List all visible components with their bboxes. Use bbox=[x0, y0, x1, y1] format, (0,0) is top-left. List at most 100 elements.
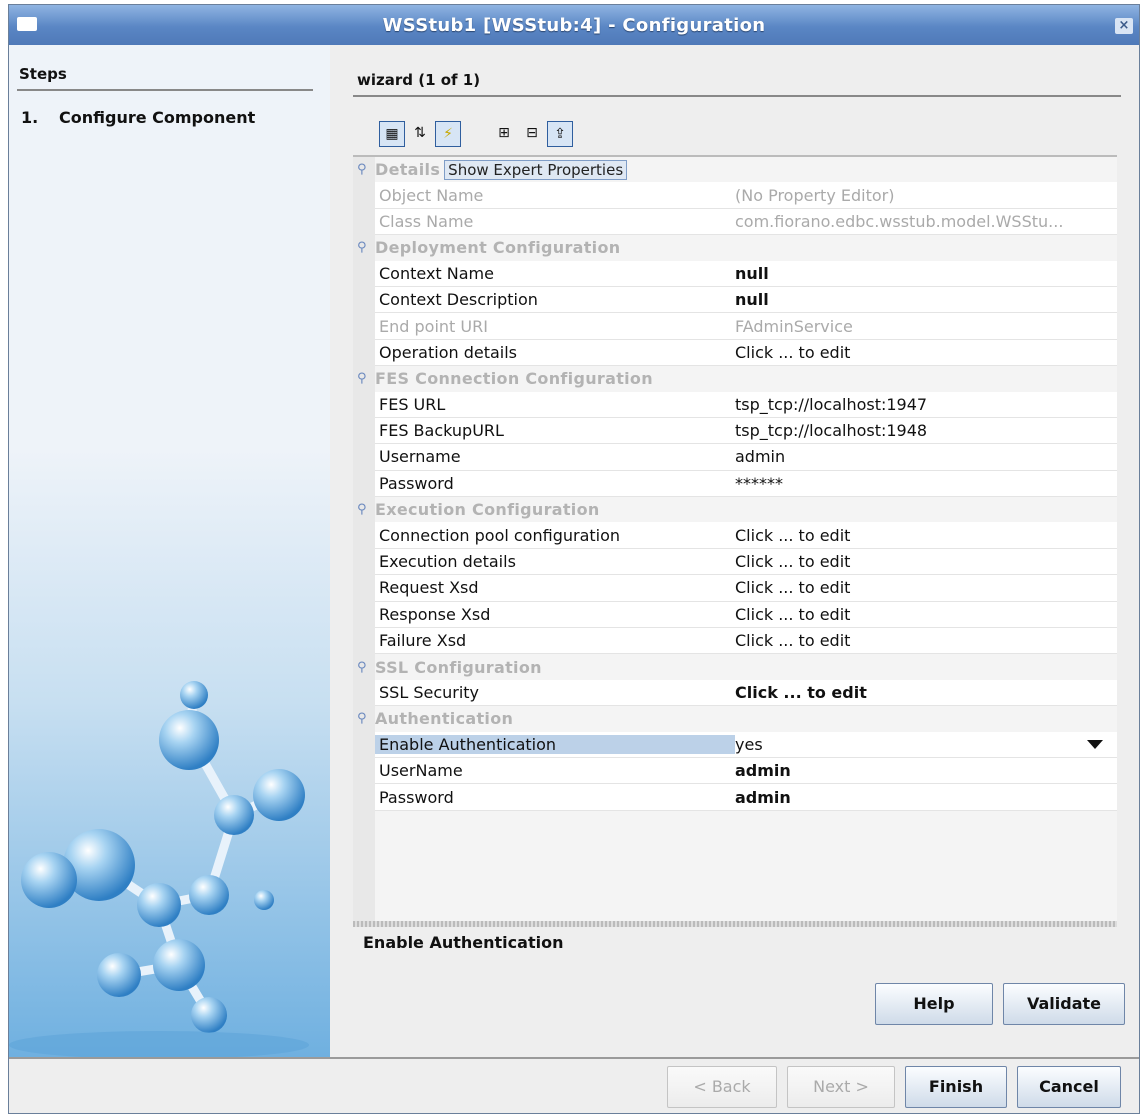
enable-authentication-select[interactable]: yes bbox=[735, 735, 1117, 754]
collapse-all-icon[interactable]: ⊟ bbox=[519, 121, 545, 147]
property-value[interactable]: Click ... to edit bbox=[735, 631, 1117, 650]
step-label: Configure Component bbox=[59, 108, 256, 127]
property-row: Class Name com.fiorano.edbc.wsstub.model… bbox=[375, 208, 1117, 236]
pin-icon: ⚲ bbox=[357, 711, 367, 727]
property-value[interactable]: admin bbox=[735, 447, 1117, 466]
property-value[interactable]: Click ... to edit bbox=[735, 605, 1117, 624]
property-value[interactable]: null bbox=[735, 264, 1117, 283]
property-row[interactable]: UserName admin bbox=[375, 757, 1117, 785]
step-number: 1. bbox=[21, 108, 39, 127]
property-row[interactable]: FES BackupURL tsp_tcp://localhost:1948 bbox=[375, 417, 1117, 445]
steps-heading: Steps bbox=[19, 65, 67, 83]
property-name: Context Description bbox=[379, 290, 538, 310]
property-name: FES URL bbox=[379, 394, 446, 414]
property-row[interactable]: Request Xsd Click ... to edit bbox=[375, 575, 1117, 602]
next-button[interactable]: Next > bbox=[787, 1066, 895, 1108]
property-name: Password bbox=[379, 473, 454, 493]
molecule-illustration bbox=[9, 681, 309, 1057]
property-row[interactable]: Password admin bbox=[375, 784, 1117, 811]
property-name: Response Xsd bbox=[379, 604, 491, 624]
property-value[interactable]: tsp_tcp://localhost:1948 bbox=[735, 421, 1117, 440]
property-name: End point URI bbox=[379, 316, 488, 336]
property-row[interactable]: Response Xsd Click ... to edit bbox=[375, 601, 1117, 629]
category-title: Execution Configuration bbox=[375, 500, 600, 520]
category-fes-connection[interactable]: ⚲ FES Connection Configuration bbox=[357, 366, 1117, 392]
category-ssl[interactable]: ⚲ SSL Configuration bbox=[357, 654, 1117, 680]
property-value[interactable]: Click ... to edit bbox=[735, 526, 1117, 545]
property-row[interactable]: Username admin bbox=[375, 444, 1117, 471]
window-title: WSStub1 [WSStub:4] - Configuration bbox=[382, 15, 766, 36]
property-sheet: ⚲ Details Show Expert Properties Object … bbox=[353, 157, 1117, 921]
sort-alphabetical-icon[interactable]: ⇅ bbox=[407, 121, 433, 147]
pin-icon: ⚲ bbox=[357, 502, 367, 518]
property-name: Object Name bbox=[379, 185, 484, 205]
import-icon[interactable]: ⇪ bbox=[547, 121, 573, 147]
category-execution[interactable]: ⚲ Execution Configuration bbox=[357, 497, 1117, 523]
property-name: UserName bbox=[379, 761, 463, 781]
property-value: com.fiorano.edbc.wsstub.model.WSStu... bbox=[735, 211, 1064, 231]
category-title: Authentication bbox=[375, 709, 514, 729]
cancel-button[interactable]: Cancel bbox=[1017, 1066, 1121, 1108]
property-row[interactable]: Failure Xsd Click ... to edit bbox=[375, 628, 1117, 655]
property-row[interactable]: Execution details Click ... to edit bbox=[375, 548, 1117, 576]
category-deployment[interactable]: ⚲ Deployment Configuration bbox=[357, 235, 1117, 261]
property-toolbar: ▦ ⇅ ⚡ ⊞ ⊟ ⇪ bbox=[353, 117, 1117, 157]
property-name: Context Name bbox=[379, 263, 494, 283]
property-description: Enable Authentication bbox=[363, 933, 564, 952]
chevron-down-icon[interactable] bbox=[1087, 739, 1103, 749]
property-row: End point URI FAdminService bbox=[375, 313, 1117, 340]
property-row[interactable]: Operation details Click ... to edit bbox=[375, 339, 1117, 367]
property-value[interactable]: Click ... to edit bbox=[735, 552, 1117, 571]
configuration-dialog: WSStub1 [WSStub:4] - Configuration × Ste… bbox=[8, 4, 1140, 1114]
back-button[interactable]: < Back bbox=[667, 1066, 777, 1108]
property-value: (No Property Editor) bbox=[735, 185, 895, 205]
property-value[interactable]: Click ... to edit bbox=[735, 578, 1117, 597]
category-title: FES Connection Configuration bbox=[375, 369, 653, 389]
property-value[interactable]: ****** bbox=[735, 474, 1117, 493]
property-name: Execution details bbox=[379, 552, 516, 572]
property-name: FES BackupURL bbox=[379, 421, 504, 441]
events-icon[interactable]: ⚡ bbox=[435, 121, 461, 147]
pin-icon: ⚲ bbox=[357, 240, 367, 256]
finish-button[interactable]: Finish bbox=[905, 1066, 1007, 1108]
property-name: Password bbox=[379, 787, 454, 807]
property-value[interactable]: null bbox=[735, 290, 1117, 309]
property-row[interactable]: Context Name null bbox=[375, 260, 1117, 287]
help-button[interactable]: Help bbox=[875, 983, 993, 1025]
expand-all-icon[interactable]: ⊞ bbox=[491, 121, 517, 147]
property-name: Request Xsd bbox=[379, 578, 479, 598]
property-row[interactable]: FES URL tsp_tcp://localhost:1947 bbox=[375, 391, 1117, 418]
property-row[interactable]: Password ****** bbox=[375, 470, 1117, 498]
title-bar[interactable]: WSStub1 [WSStub:4] - Configuration × bbox=[9, 5, 1139, 45]
property-row[interactable]: Connection pool configuration Click ... … bbox=[375, 522, 1117, 549]
property-name: Operation details bbox=[379, 342, 518, 362]
splitter-handle[interactable] bbox=[353, 921, 1117, 927]
property-name: Username bbox=[379, 447, 461, 467]
property-value[interactable]: admin bbox=[735, 761, 1117, 780]
property-row[interactable]: SSL Security Click ... to edit bbox=[375, 679, 1117, 707]
category-title: Deployment Configuration bbox=[375, 238, 621, 258]
category-title: Details bbox=[375, 160, 441, 180]
category-authentication[interactable]: ⚲ Authentication bbox=[357, 706, 1117, 732]
property-name: Class Name bbox=[379, 211, 474, 231]
property-value[interactable]: admin bbox=[735, 788, 1117, 807]
property-value[interactable]: Click ... to edit bbox=[735, 343, 1117, 362]
steps-divider bbox=[17, 89, 313, 91]
property-value[interactable]: Click ... to edit bbox=[735, 683, 1117, 702]
property-name: Enable Authentication bbox=[375, 734, 735, 754]
property-value: FAdminService bbox=[735, 316, 853, 336]
property-value[interactable]: tsp_tcp://localhost:1947 bbox=[735, 395, 1117, 414]
close-icon[interactable]: × bbox=[1115, 18, 1133, 34]
property-name: Failure Xsd bbox=[379, 631, 467, 651]
wizard-divider bbox=[353, 95, 1121, 97]
validate-button[interactable]: Validate bbox=[1003, 983, 1125, 1025]
property-row-selected[interactable]: Enable Authentication yes bbox=[375, 731, 1117, 758]
pin-icon: ⚲ bbox=[357, 162, 367, 178]
bottom-divider bbox=[9, 1057, 1139, 1059]
category-details[interactable]: ⚲ Details Show Expert Properties bbox=[357, 157, 1117, 183]
show-expert-properties-button[interactable]: Show Expert Properties bbox=[444, 159, 628, 180]
property-row[interactable]: Context Description null bbox=[375, 286, 1117, 314]
category-title: SSL Configuration bbox=[375, 657, 542, 677]
steps-panel: Steps 1. Configure Component bbox=[9, 45, 330, 1057]
categorized-view-icon[interactable]: ▦ bbox=[379, 121, 405, 147]
